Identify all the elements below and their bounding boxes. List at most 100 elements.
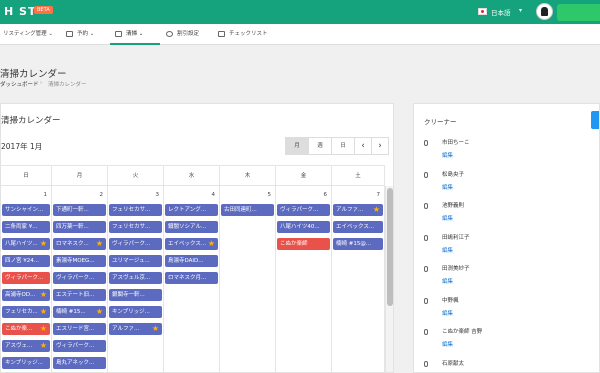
- cleaning-event[interactable]: サンシャイン...: [2, 204, 50, 216]
- avatar[interactable]: [536, 3, 553, 20]
- cleaning-event[interactable]: キンプリッジ...: [109, 306, 162, 318]
- cleaning-event[interactable]: ヴィラパーク...: [2, 272, 50, 284]
- cleaning-event[interactable]: 素湯寺MOEG...: [53, 255, 106, 267]
- chevron-down-icon[interactable]: ▾: [519, 7, 522, 14]
- cleaning-event[interactable]: 鳥湯寺DAID...: [165, 255, 218, 267]
- cleaning-event[interactable]: ロマネスク... ★: [53, 238, 106, 250]
- calendar-day-cell[interactable]: 1 サンシャイン... 二条両家 ¥... 八尾ハイツ... ★ 四ノ宮 ¥24... ヴィ…: [1, 186, 52, 372]
- cleaning-event[interactable]: 古田同連町...: [221, 204, 274, 216]
- weekday-header: 金: [276, 165, 332, 186]
- app-logo[interactable]: H ST: [4, 5, 36, 18]
- cleaning-event[interactable]: エスリード宮...: [53, 323, 106, 335]
- checklist-icon: [218, 30, 225, 37]
- language-selector[interactable]: 日本語: [491, 7, 511, 17]
- view-month-button[interactable]: 月: [285, 137, 309, 155]
- edit-cleaner-link[interactable]: 編集: [442, 151, 453, 159]
- calendar-day-cell[interactable]: 7 アルファ... ★ エイベックス... 楠崎 #15@...: [332, 186, 385, 372]
- event-label: 二条両家 ¥...: [5, 224, 38, 230]
- cleaning-event[interactable]: ヴィラパーク...: [53, 340, 106, 352]
- cleaning-event[interactable]: エステート旧...: [53, 289, 106, 301]
- nav-reservations[interactable]: 予約 ⌄: [62, 24, 104, 45]
- cleaning-event[interactable]: こぬか楽... ★: [2, 323, 50, 335]
- cleaning-event[interactable]: 銀閣寺一軒...: [109, 289, 162, 301]
- event-label: フェリセカサ...: [112, 207, 151, 213]
- cleaning-event[interactable]: 島丸アネック...: [53, 357, 106, 369]
- nav-cleaning[interactable]: 清掃 ⌄: [110, 24, 160, 45]
- cleaning-event[interactable]: フェリセカ... ★: [2, 306, 50, 318]
- cleaning-event[interactable]: ロマネスク月...: [165, 272, 218, 284]
- cleaning-event[interactable]: 四万薬一軒...: [53, 221, 106, 233]
- cleaning-event[interactable]: エイベックス... ★: [165, 238, 218, 250]
- view-week-button[interactable]: 週: [308, 137, 332, 155]
- cleaning-event[interactable]: ユリマージュ...: [109, 255, 162, 267]
- edit-cleaner-link[interactable]: 編集: [442, 246, 453, 254]
- cleaning-event[interactable]: 四ノ宮 ¥24...: [2, 255, 50, 267]
- day-number: 2: [99, 192, 104, 198]
- calendar-month: 2017年 1月: [1, 142, 43, 151]
- nav-discount-settings[interactable]: 割引設定: [163, 24, 213, 45]
- cleaning-event[interactable]: フェリセカサ...: [109, 221, 162, 233]
- calendar-scrollbar[interactable]: [385, 186, 393, 372]
- cleaning-event[interactable]: 楠崎 #15... ★: [53, 306, 106, 318]
- cleaning-event[interactable]: ヴィラパーク...: [53, 272, 106, 284]
- calendar-day-cell[interactable]: 3 フェリセカサ... フェリセカサ... ヴィラパーク... ユリマージュ... アスヴ…: [108, 186, 164, 372]
- cleaner-item: 池野義則 編集: [424, 200, 594, 230]
- cleaner-name: 松島央子: [442, 171, 465, 178]
- add-cleaner-button[interactable]: [591, 111, 599, 129]
- cleaning-event[interactable]: ヴィラパーク...: [277, 204, 330, 216]
- event-label: 素湯寺MOEG...: [56, 258, 95, 264]
- event-label: キンプリッジ...: [5, 360, 43, 366]
- event-label: ヴィラパーク...: [56, 343, 95, 349]
- cleaning-event[interactable]: 八尾ハイツ... ★: [2, 238, 50, 250]
- cleaning-event[interactable]: アスヴェル京...: [109, 272, 162, 284]
- view-day-button[interactable]: 日: [331, 137, 355, 155]
- cleaning-event[interactable]: アルファ... ★: [109, 323, 162, 335]
- calendar-icon: [66, 30, 73, 37]
- nav-label: チェックリスト: [229, 31, 268, 37]
- user-menu-button[interactable]: [557, 4, 600, 21]
- next-month-button[interactable]: ›: [371, 137, 389, 155]
- cleaning-event[interactable]: 下通町一軒...: [53, 204, 106, 216]
- breadcrumb-home[interactable]: ダッシュボード: [0, 80, 39, 88]
- japan-flag-icon[interactable]: [478, 8, 487, 15]
- event-label: アスヴェ...: [5, 343, 33, 349]
- edit-cleaner-link[interactable]: 編集: [442, 214, 453, 222]
- cleaning-event[interactable]: キンプリッジ...: [2, 357, 50, 369]
- cleaning-event[interactable]: アスヴェ... ★: [2, 340, 50, 352]
- cleaning-event[interactable]: アルファ... ★: [333, 204, 383, 216]
- cleaning-event[interactable]: ヴィラパーク...: [109, 238, 162, 250]
- edit-cleaner-link[interactable]: 編集: [442, 183, 453, 191]
- nav-checklist[interactable]: チェックリスト: [215, 24, 275, 45]
- calendar-day-cell[interactable]: 4 レクトアング... 鐵闇ソシアル... エイベックス... ★ 鳥湯寺DAID... ロ…: [164, 186, 220, 372]
- edit-cleaner-link[interactable]: 編集: [442, 309, 453, 317]
- calendar-day-cell[interactable]: 2 下通町一軒... 四万薬一軒... ロマネスク... ★ 素湯寺MOEG... ヴィラパ…: [52, 186, 108, 372]
- cleaning-event[interactable]: 鐵闇ソシアル...: [165, 221, 218, 233]
- edit-cleaner-link[interactable]: 編集: [442, 277, 453, 285]
- cleaning-event[interactable]: フェリセカサ...: [109, 204, 162, 216]
- cleaner-item: 石原献太編集: [424, 358, 594, 373]
- event-label: ロマネスク月...: [168, 275, 207, 281]
- prev-month-button[interactable]: ‹: [354, 137, 372, 155]
- cleaner-item: 田嶋利江子 編集: [424, 232, 594, 262]
- event-label: ヴィラパーク...: [112, 241, 151, 247]
- calendar-day-cell[interactable]: 6 ヴィラパーク... 八尾ハイツ40... こぬか楽師: [276, 186, 332, 372]
- nav-listing-management[interactable]: リスティング管理 ⌄: [0, 24, 56, 45]
- cleaning-event[interactable]: 高浦寺OD... ★: [2, 289, 50, 301]
- edit-cleaner-link[interactable]: 編集: [442, 340, 453, 348]
- cleaning-event[interactable]: エイベックス...: [333, 221, 383, 233]
- event-label: 高浦寺OD...: [5, 292, 36, 298]
- cleaning-event[interactable]: 二条両家 ¥...: [2, 221, 50, 233]
- calendar-card: 清掃カレンダー 2017年 1月 月 週 日 ‹ › 日月火水木金土 1 サンシャイ…: [0, 103, 394, 373]
- weekday-header: 日: [1, 165, 52, 186]
- day-number: 7: [376, 192, 381, 198]
- cleaning-icon: [115, 30, 122, 37]
- scroll-thumb[interactable]: [387, 188, 393, 306]
- cleaning-event[interactable]: レクトアング...: [165, 204, 218, 216]
- cleaning-event[interactable]: 楠崎 #15@...: [333, 238, 383, 250]
- calendar-day-cell[interactable]: 5 古田同連町...: [220, 186, 276, 372]
- cleaning-event[interactable]: 八尾ハイツ40...: [277, 221, 330, 233]
- nav-label: 割引設定: [177, 31, 200, 37]
- cleaning-event[interactable]: こぬか楽師: [277, 238, 330, 250]
- event-label: エスリード宮...: [56, 326, 95, 332]
- event-label: ヴィラパーク...: [56, 275, 95, 281]
